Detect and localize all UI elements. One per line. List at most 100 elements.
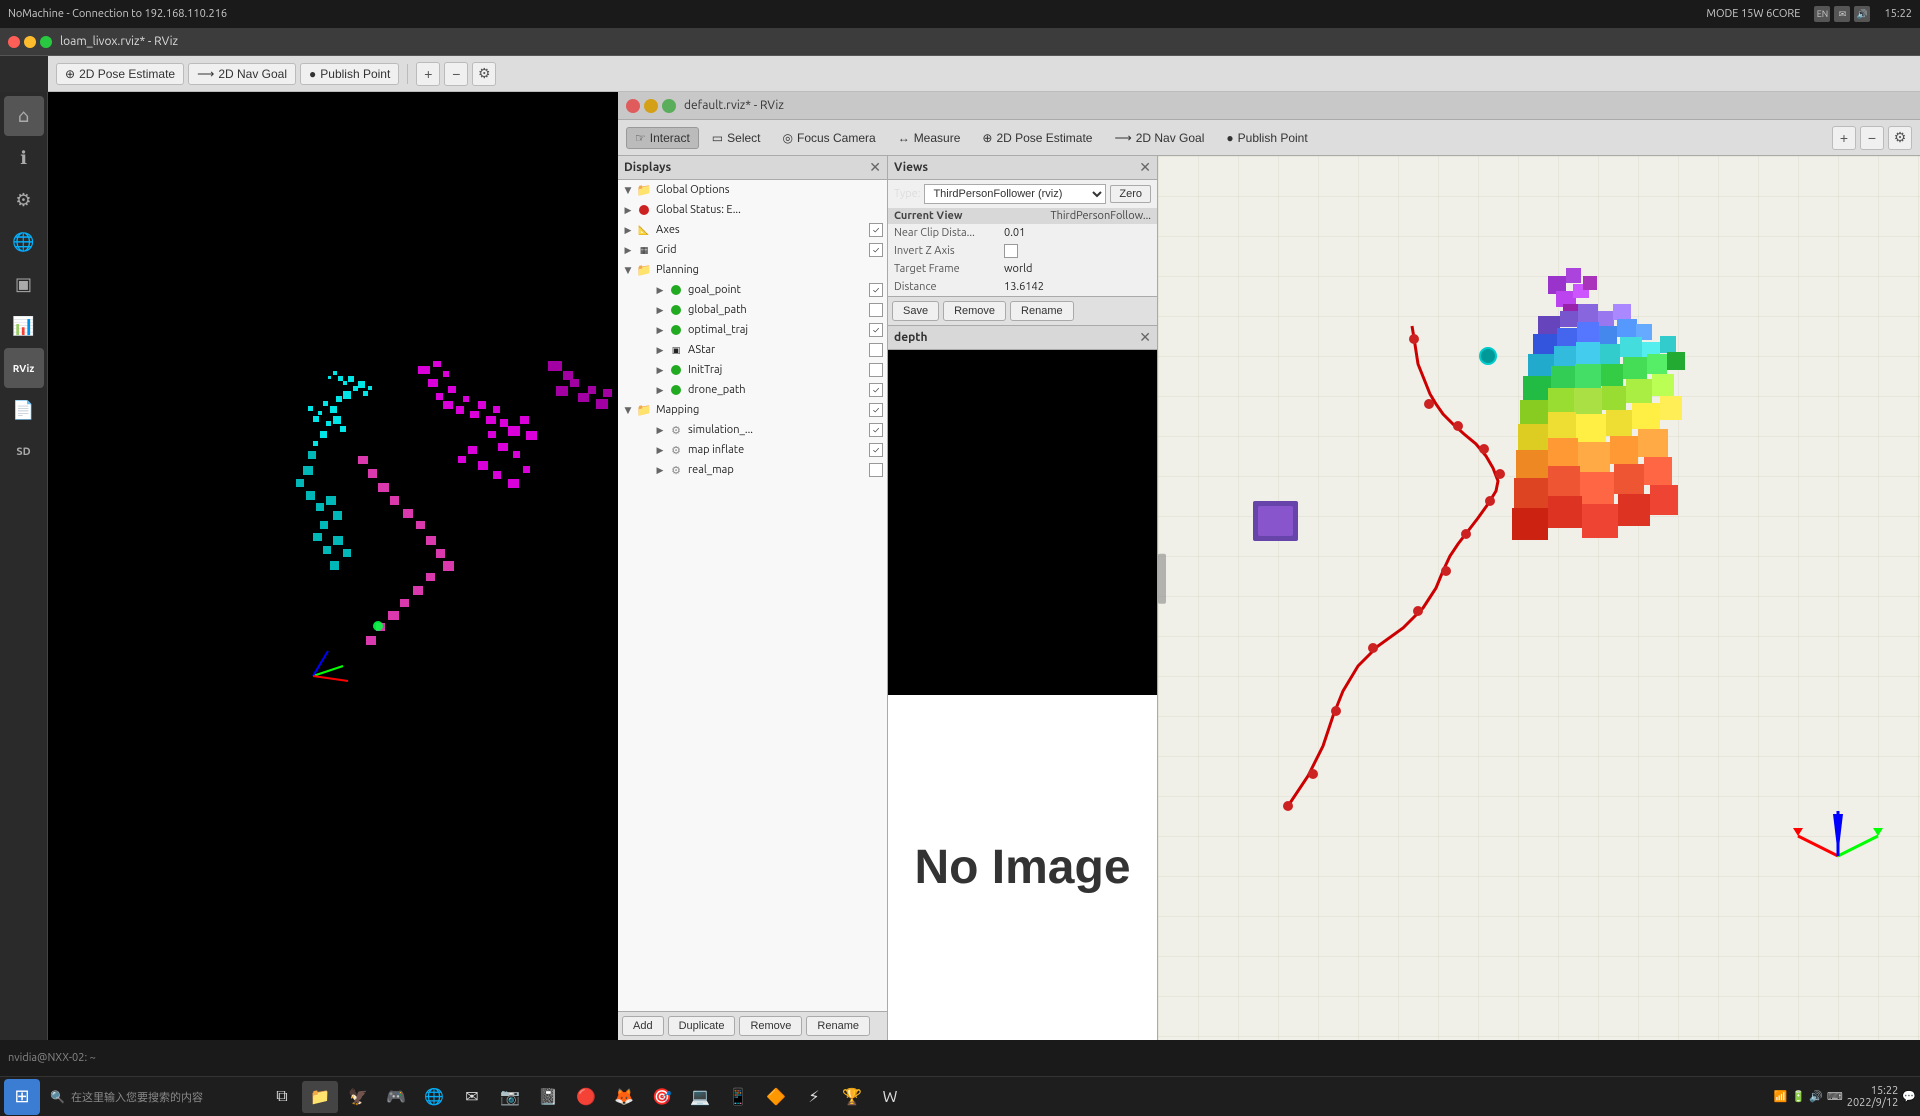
- rviz-plus-btn[interactable]: +: [1832, 126, 1856, 150]
- planning-expand[interactable]: [622, 264, 634, 276]
- drone-path-expand[interactable]: [654, 384, 666, 396]
- loam-nav-goal-btn[interactable]: ⟶ 2D Nav Goal: [188, 63, 296, 85]
- taskbar-app3-btn[interactable]: 🎮: [378, 1081, 414, 1113]
- rviz-extra-btn[interactable]: ⚙: [1888, 126, 1912, 150]
- global-path-expand[interactable]: [654, 304, 666, 316]
- simulation-checkbox[interactable]: [869, 423, 883, 437]
- optimal-traj-expand[interactable]: [654, 324, 666, 336]
- rviz-pose-estimate-btn[interactable]: ⊕ 2D Pose Estimate: [973, 127, 1101, 149]
- taskbar-mail-btn[interactable]: ✉: [454, 1081, 490, 1113]
- mapping-expand[interactable]: [622, 404, 634, 416]
- taskbar-start-btn[interactable]: ⊞: [4, 1079, 40, 1115]
- loam-pose-estimate-btn[interactable]: ⊕ 2D Pose Estimate: [56, 63, 184, 85]
- views-type-select[interactable]: ThirdPersonFollower (rviz): [924, 184, 1106, 204]
- taskbar-app7-btn[interactable]: 💻: [682, 1081, 718, 1113]
- goal-point-expand[interactable]: [654, 284, 666, 296]
- rviz-min-btn[interactable]: [644, 99, 658, 113]
- taskbar-camera-btn[interactable]: 📷: [492, 1081, 528, 1113]
- map-inflate-expand[interactable]: [654, 444, 666, 456]
- rviz-focus-camera-btn[interactable]: ◎ Focus Camera: [774, 127, 885, 149]
- sidebar-info-icon[interactable]: ℹ: [4, 138, 44, 178]
- rviz-close-btn[interactable]: [626, 99, 640, 113]
- depth-close-btn[interactable]: ✕: [1139, 329, 1151, 346]
- displays-close-btn[interactable]: ✕: [869, 159, 881, 176]
- rviz-publish-point-btn[interactable]: ● Publish Point: [1217, 127, 1316, 149]
- notification-icon[interactable]: 💬: [1902, 1090, 1916, 1103]
- display-item-simulation[interactable]: ⚙ simulation_...: [634, 420, 887, 440]
- display-item-grid[interactable]: ▦ Grid: [618, 240, 887, 260]
- grid-checkbox[interactable]: [869, 243, 883, 257]
- display-item-astar[interactable]: ▣ AStar: [634, 340, 887, 360]
- views-zero-btn[interactable]: Zero: [1110, 185, 1151, 203]
- goal-point-checkbox[interactable]: [869, 283, 883, 297]
- sidebar-terminal-icon[interactable]: ▣: [4, 264, 44, 304]
- displays-rename-btn[interactable]: Rename: [806, 1016, 870, 1036]
- taskbar-app8-btn[interactable]: 📱: [720, 1081, 756, 1113]
- display-item-inittraj[interactable]: InitTraj: [634, 360, 887, 380]
- taskbar-app4-btn[interactable]: 🌐: [416, 1081, 452, 1113]
- loam-settings-btn[interactable]: ⚙: [472, 62, 496, 86]
- sidebar-network-icon[interactable]: 🌐: [4, 222, 44, 262]
- loam-plus-btn[interactable]: +: [416, 62, 440, 86]
- taskbar-app2-btn[interactable]: 🦅: [340, 1081, 376, 1113]
- viewport-3d[interactable]: [1158, 156, 1920, 1040]
- real-map-expand[interactable]: [654, 464, 666, 476]
- global-status-expand[interactable]: [622, 204, 634, 216]
- loam-min-btn[interactable]: [24, 36, 36, 48]
- axes-checkbox[interactable]: [869, 223, 883, 237]
- display-item-axes[interactable]: 📐 Axes: [618, 220, 887, 240]
- rviz-select-btn[interactable]: ▭ Select: [703, 127, 770, 149]
- taskbar-app10-btn[interactable]: ⚡: [796, 1081, 832, 1113]
- display-item-goal-point[interactable]: goal_point: [634, 280, 887, 300]
- displays-duplicate-btn[interactable]: Duplicate: [668, 1016, 736, 1036]
- mapping-checkbox[interactable]: [869, 403, 883, 417]
- loam-minus-btn[interactable]: −: [444, 62, 468, 86]
- display-item-map-inflate[interactable]: ⚙ map inflate: [634, 440, 887, 460]
- loam-max-btn[interactable]: [40, 36, 52, 48]
- display-item-global-options[interactable]: 📁 Global Options: [618, 180, 887, 200]
- display-item-mapping[interactable]: 📁 Mapping: [618, 400, 887, 420]
- taskbar-app5-btn[interactable]: 🔴: [568, 1081, 604, 1113]
- sidebar-home-icon[interactable]: ⌂: [4, 96, 44, 136]
- rviz-interact-btn[interactable]: ☞ Interact: [626, 127, 699, 149]
- sidebar-file-icon[interactable]: 📄: [4, 390, 44, 430]
- sidebar-rviz-icon[interactable]: RViz: [4, 348, 44, 388]
- display-item-planning[interactable]: 📁 Planning: [618, 260, 887, 280]
- rviz-measure-btn[interactable]: ↔ Measure: [889, 127, 970, 149]
- taskbar-task-view[interactable]: ⧉: [264, 1081, 300, 1113]
- taskbar-app11-btn[interactable]: 🏆: [834, 1081, 870, 1113]
- loam-close-btn[interactable]: [8, 36, 20, 48]
- display-item-optimal-traj[interactable]: optimal_traj: [634, 320, 887, 340]
- astar-expand[interactable]: [654, 344, 666, 356]
- astar-checkbox[interactable]: [869, 343, 883, 357]
- taskbar-browser-btn[interactable]: 🦊: [606, 1081, 642, 1113]
- global-options-expand[interactable]: [622, 184, 634, 196]
- loam-window-controls[interactable]: [8, 36, 52, 48]
- taskbar-note-btn[interactable]: 📓: [530, 1081, 566, 1113]
- grid-expand[interactable]: [622, 244, 634, 256]
- inittraj-checkbox[interactable]: [869, 363, 883, 377]
- taskbar-app6-btn[interactable]: 🎯: [644, 1081, 680, 1113]
- sidebar-settings-icon[interactable]: ⚙: [4, 180, 44, 220]
- global-path-checkbox[interactable]: [869, 303, 883, 317]
- simulation-expand[interactable]: [654, 424, 666, 436]
- views-close-btn[interactable]: ✕: [1139, 159, 1151, 176]
- invert-z-checkbox[interactable]: [1004, 244, 1018, 258]
- taskbar-search[interactable]: 🔍 在这里输入您要搜索的内容: [42, 1081, 262, 1113]
- inittraj-expand[interactable]: [654, 364, 666, 376]
- views-remove-btn[interactable]: Remove: [943, 301, 1006, 321]
- time-display[interactable]: 15:22 2022/9/12: [1847, 1085, 1899, 1109]
- views-rename-btn[interactable]: Rename: [1010, 301, 1074, 321]
- display-item-global-status[interactable]: Global Status: E...: [618, 200, 887, 220]
- display-item-global-path[interactable]: global_path: [634, 300, 887, 320]
- taskbar-word-btn[interactable]: W: [872, 1081, 908, 1113]
- optimal-traj-checkbox[interactable]: [869, 323, 883, 337]
- sidebar-monitor-icon[interactable]: 📊: [4, 306, 44, 346]
- rviz-minus-btn[interactable]: −: [1860, 126, 1884, 150]
- drone-path-checkbox[interactable]: [869, 383, 883, 397]
- displays-remove-btn[interactable]: Remove: [739, 1016, 802, 1036]
- rviz-nav-goal-btn[interactable]: ⟶ 2D Nav Goal: [1105, 127, 1213, 149]
- axes-expand[interactable]: [622, 224, 634, 236]
- loam-publish-point-btn[interactable]: ● Publish Point: [300, 63, 399, 85]
- rviz-max-btn[interactable]: [662, 99, 676, 113]
